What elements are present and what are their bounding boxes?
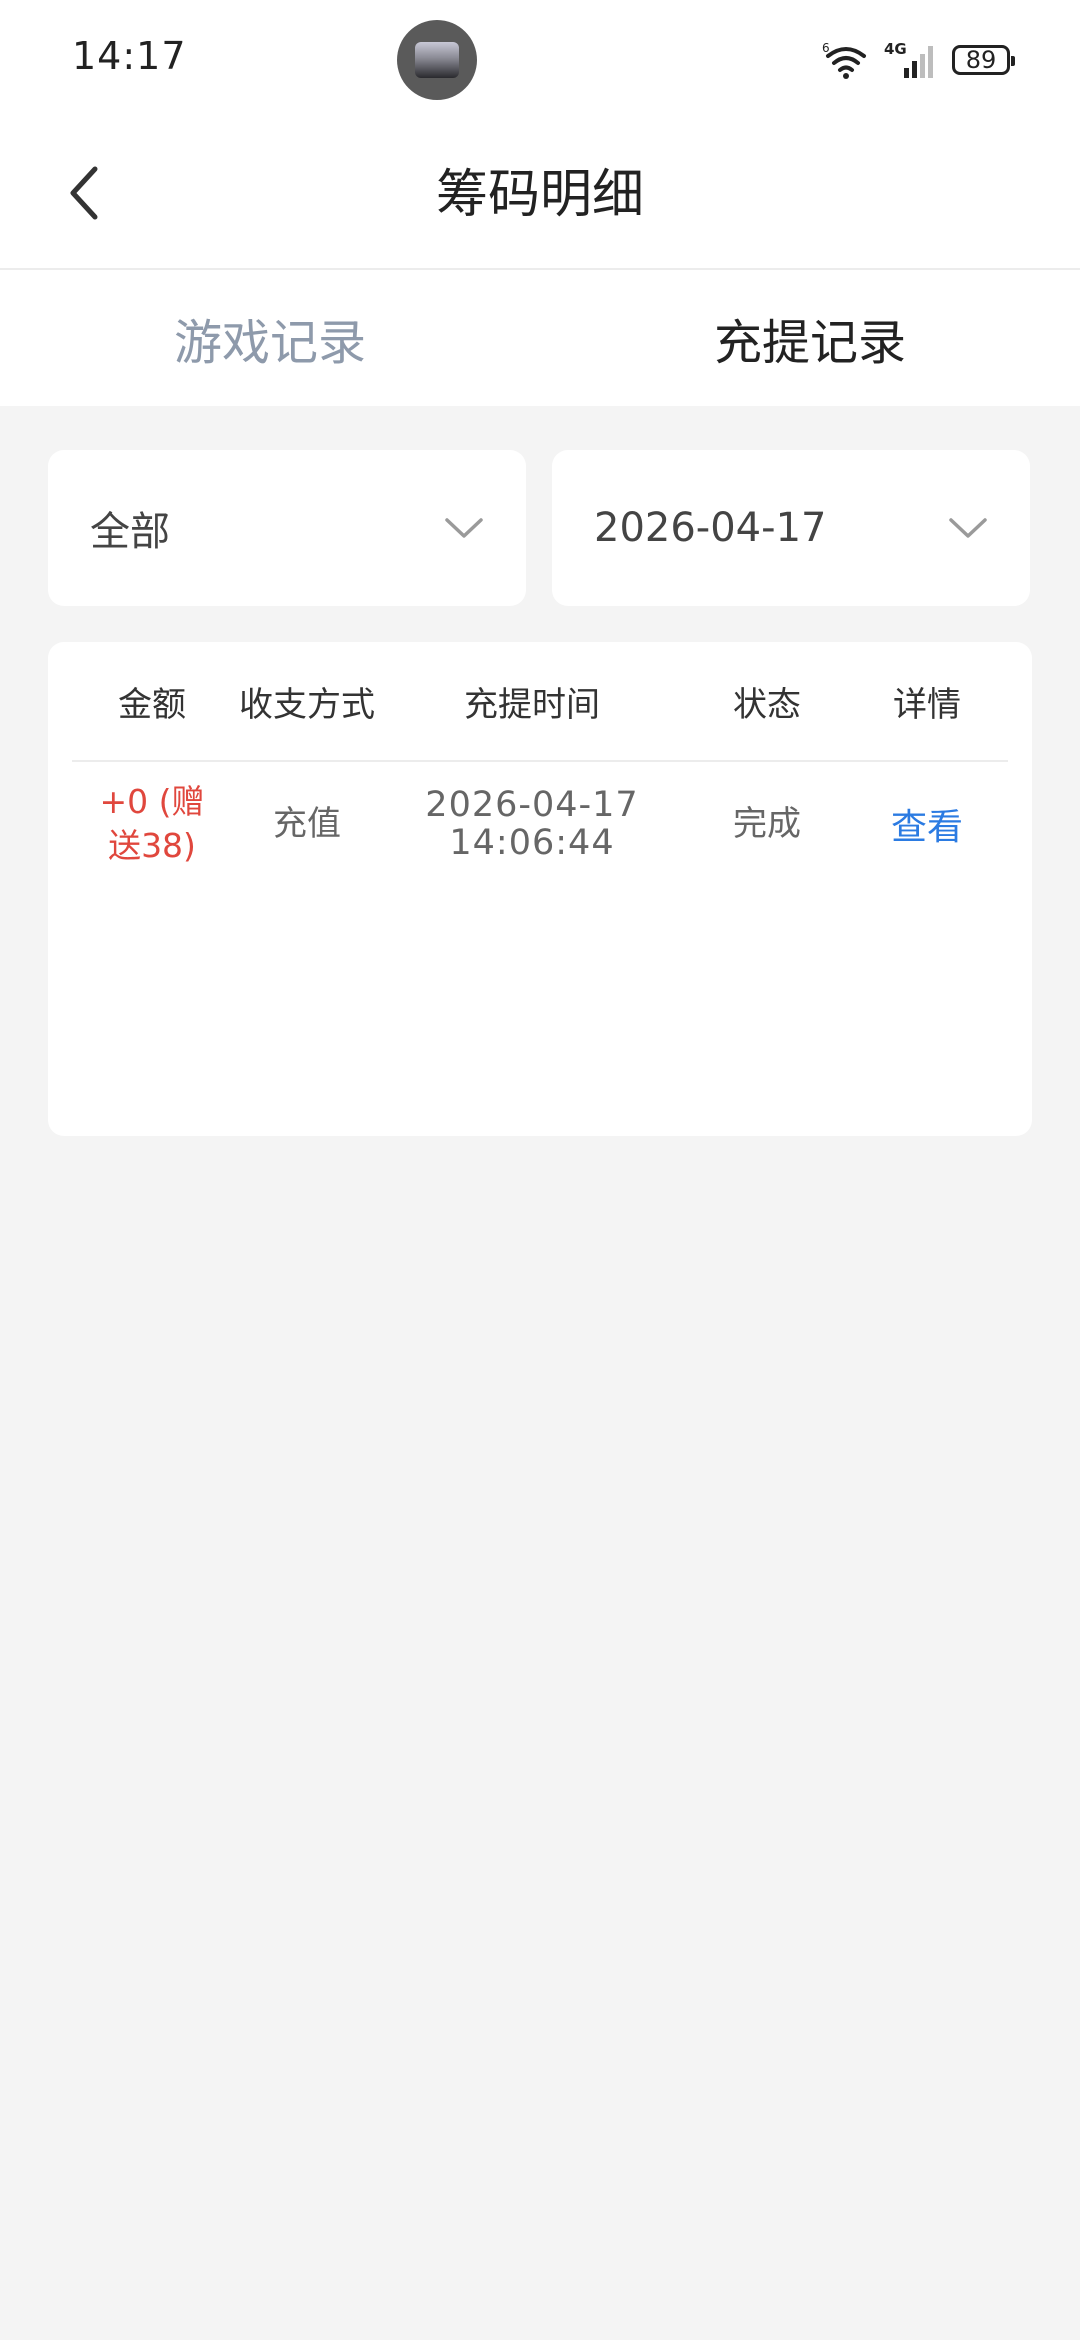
battery-icon: 89 xyxy=(952,45,1015,75)
signal-icon: 4G xyxy=(884,40,933,78)
wifi-icon: 6 xyxy=(822,41,866,79)
table-header: 金额 收支方式 充提时间 状态 详情 xyxy=(72,642,1008,762)
tab-deposit-withdraw-records[interactable]: 充提记录 xyxy=(540,270,1080,406)
status-bar: 14:17 6 4G 89 xyxy=(0,0,1080,120)
table-row: +0 (赠送38) 充值 2026-04-17 14:06:44 完成 查看 xyxy=(72,764,1008,884)
status-cell: 完成 xyxy=(733,804,801,844)
date-filter-value: 2026-04-17 xyxy=(594,505,827,551)
type-filter-dropdown[interactable]: 全部 xyxy=(48,450,526,606)
nav-bar: 筹码明细 xyxy=(0,120,1080,270)
detail-cell: 查看 xyxy=(852,764,1002,884)
column-header-status: 状态 xyxy=(733,684,801,725)
battery-level: 89 xyxy=(965,46,997,74)
record-date: 2026-04-17 xyxy=(425,785,639,825)
status-time: 14:17 xyxy=(72,34,187,78)
column-header-amount: 金额 xyxy=(118,684,186,725)
chevron-down-icon xyxy=(445,518,483,538)
wifi-badge: 6 xyxy=(822,41,830,55)
records-table: 金额 收支方式 充提时间 状态 详情 +0 (赠送38) 充值 2026-04-… xyxy=(48,642,1032,1136)
type-filter-value: 全部 xyxy=(90,509,170,555)
method-cell: 充值 xyxy=(273,804,341,844)
view-detail-link[interactable]: 查看 xyxy=(891,798,963,850)
column-header-detail: 详情 xyxy=(893,684,961,725)
tab-bar: 游戏记录 充提记录 xyxy=(0,270,1080,406)
tab-game-records[interactable]: 游戏记录 xyxy=(0,270,540,406)
column-header-method: 收支方式 xyxy=(239,684,375,725)
page-title: 筹码明细 xyxy=(435,165,644,225)
network-label: 4G xyxy=(884,40,907,58)
amount-cell: +0 (赠送38) xyxy=(72,764,232,884)
avatar-image xyxy=(415,42,459,78)
column-header-time: 充提时间 xyxy=(464,684,600,725)
record-time: 14:06:44 xyxy=(449,823,615,863)
time-cell: 2026-04-17 14:06:44 xyxy=(382,764,682,884)
date-filter-dropdown[interactable]: 2026-04-17 xyxy=(552,450,1030,606)
status-avatar xyxy=(397,20,477,100)
amount-value: +0 (赠送38) xyxy=(99,782,205,865)
chevron-down-icon xyxy=(949,518,987,538)
status-icons: 6 4G 89 xyxy=(822,36,1015,84)
